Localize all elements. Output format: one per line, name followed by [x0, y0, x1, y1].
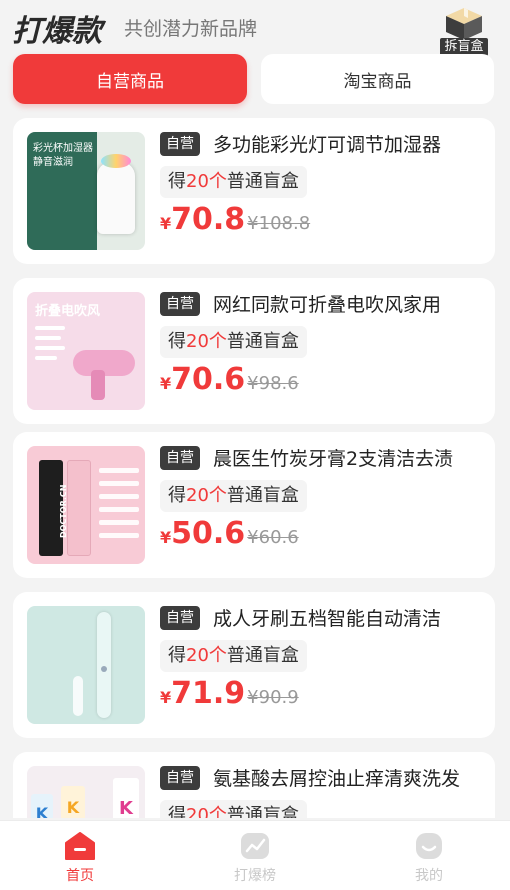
product-image-caption: K — [61, 786, 85, 818]
nav-home[interactable]: 首页 — [15, 821, 145, 890]
product-list[interactable]: 彩光杯加湿器 静音滋润 自营 多功能彩光灯可调节加湿器 得20个普通盲盒 ¥70… — [13, 118, 495, 818]
reward-count: 20个 — [186, 645, 227, 666]
currency-symbol: ¥ — [160, 688, 172, 707]
nav-profile-label: 我的 — [415, 868, 443, 884]
product-title[interactable]: 网红同款可折叠电吹风家用 — [213, 290, 473, 317]
product-card[interactable]: 自营 成人牙刷五档智能自动清洁 得20个普通盲盒 ¥71.9 ¥90.9 — [13, 592, 495, 738]
reward-badge: 得20个普通盲盒 — [160, 326, 307, 358]
reward-count: 20个 — [186, 171, 227, 192]
product-title[interactable]: 成人牙刷五档智能自动清洁 — [213, 604, 473, 631]
reward-badge: 得20个普通盲盒 — [160, 480, 307, 512]
nav-trending[interactable]: 打爆榜 — [190, 821, 320, 890]
open-blind-box-button[interactable]: 拆盲盒 — [440, 6, 488, 56]
reward-badge: 得20个普通盲盒 — [160, 166, 307, 198]
blind-box-icon — [446, 8, 482, 40]
product-card[interactable]: 彩光杯加湿器 静音滋润 自营 多功能彩光灯可调节加湿器 得20个普通盲盒 ¥70… — [13, 118, 495, 264]
product-image-caption: 静音滋润 — [33, 157, 73, 168]
sale-price: 71.9 — [171, 676, 246, 711]
product-card[interactable]: DOCTOR.CN 自营 晨医生竹炭牙膏2支清洁去渍 得20个普通盲盒 ¥50.… — [13, 432, 495, 578]
product-image-hair-dryer: 折叠电吹风 — [27, 292, 145, 410]
product-image-caption: 折叠电吹风 — [35, 304, 101, 319]
currency-symbol: ¥ — [160, 528, 172, 547]
profile-icon — [416, 833, 442, 859]
product-image-humidifier: 彩光杯加湿器 静音滋润 — [27, 132, 145, 250]
product-card[interactable]: K K K 自营 氨基酸去屑控油止痒清爽洗发 得20个普通盲盒 — [13, 752, 495, 818]
original-price: ¥60.6 — [247, 527, 299, 548]
product-image-caption: DOCTOR.CN — [59, 484, 68, 538]
self-operated-badge: 自营 — [160, 446, 200, 470]
product-image-toothbrush — [27, 606, 145, 724]
product-title[interactable]: 多功能彩光灯可调节加湿器 — [213, 130, 473, 157]
tab-taobao[interactable]: 淘宝商品 — [261, 54, 494, 104]
price-row: ¥70.8 ¥108.8 — [160, 202, 310, 242]
original-price: ¥108.8 — [247, 213, 311, 234]
bottom-navigation: 首页 打爆榜 我的 — [0, 820, 510, 890]
sale-price: 70.8 — [171, 202, 246, 237]
self-operated-badge: 自营 — [160, 766, 200, 790]
header-slogan: 共创潜力新品牌 — [124, 18, 258, 40]
product-image-caption: K — [31, 794, 53, 818]
product-card[interactable]: 折叠电吹风 自营 网红同款可折叠电吹风家用 得20个普通盲盒 ¥70.6 ¥98.… — [13, 278, 495, 424]
product-image-toothpaste: DOCTOR.CN — [27, 446, 145, 564]
tab-self-operated[interactable]: 自营商品 — [13, 54, 247, 104]
nav-home-label: 首页 — [66, 868, 94, 884]
price-row: ¥71.9 ¥90.9 — [160, 676, 299, 716]
product-image-caption: K — [113, 778, 139, 818]
trend-chart-icon — [241, 833, 269, 859]
price-row: ¥70.6 ¥98.6 — [160, 362, 299, 402]
sale-price: 70.6 — [171, 362, 246, 397]
app-logo: 打爆款 — [12, 14, 102, 49]
price-row: ¥50.6 ¥60.6 — [160, 516, 299, 556]
reward-count: 20个 — [186, 485, 227, 506]
product-image-shampoo: K K K — [27, 766, 145, 818]
sale-price: 50.6 — [171, 516, 246, 551]
reward-count: 20个 — [186, 331, 227, 352]
nav-trending-label: 打爆榜 — [234, 868, 276, 884]
original-price: ¥98.6 — [247, 373, 299, 394]
home-icon — [65, 832, 95, 860]
reward-badge: 得20个普通盲盒 — [160, 640, 307, 672]
self-operated-badge: 自营 — [160, 292, 200, 316]
product-title[interactable]: 晨医生竹炭牙膏2支清洁去渍 — [213, 444, 473, 471]
product-title[interactable]: 氨基酸去屑控油止痒清爽洗发 — [213, 764, 473, 791]
reward-count: 20个 — [186, 805, 227, 818]
header: 打爆款 共创潜力新品牌 拆盲盒 — [0, 0, 510, 56]
reward-badge: 得20个普通盲盒 — [160, 800, 307, 818]
currency-symbol: ¥ — [160, 374, 172, 393]
original-price: ¥90.9 — [247, 687, 299, 708]
nav-profile[interactable]: 我的 — [364, 821, 494, 890]
product-image-caption: 彩光杯加湿器 — [33, 143, 93, 154]
currency-symbol: ¥ — [160, 214, 172, 233]
self-operated-badge: 自营 — [160, 606, 200, 630]
self-operated-badge: 自营 — [160, 132, 200, 156]
